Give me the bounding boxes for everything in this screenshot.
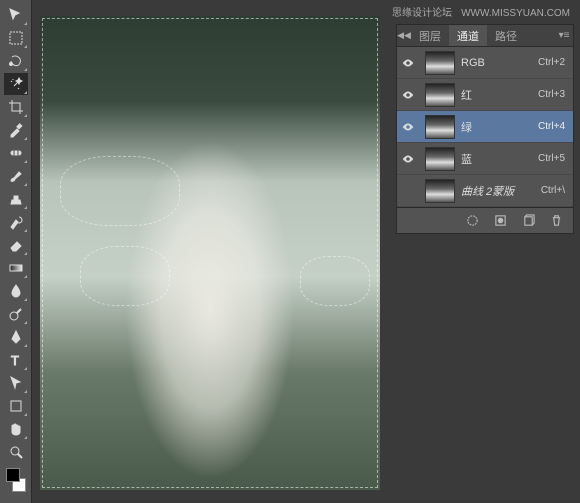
channel-name: 蓝 bbox=[461, 151, 538, 167]
clone-stamp-tool[interactable] bbox=[4, 188, 28, 210]
collapse-icon[interactable]: ◀◀ bbox=[397, 30, 411, 41]
channel-shortcut: Ctrl+3 bbox=[538, 89, 565, 100]
shape-tool[interactable] bbox=[4, 395, 28, 417]
healing-brush-tool[interactable] bbox=[4, 142, 28, 164]
move-tool[interactable] bbox=[4, 4, 28, 26]
load-selection-icon[interactable] bbox=[465, 214, 479, 228]
marquee-tool[interactable] bbox=[4, 27, 28, 49]
channel-name: 绿 bbox=[461, 119, 538, 135]
channel-shortcut: Ctrl+2 bbox=[538, 57, 565, 68]
path-selection-tool[interactable] bbox=[4, 372, 28, 394]
panel-footer bbox=[397, 207, 573, 233]
panel-tabs: 图层 通道 路径 bbox=[411, 25, 555, 46]
zoom-tool[interactable] bbox=[4, 441, 28, 463]
channel-green[interactable]: 绿 Ctrl+4 bbox=[397, 111, 573, 143]
save-selection-icon[interactable] bbox=[493, 214, 507, 228]
visibility-icon[interactable] bbox=[397, 152, 419, 166]
delete-channel-icon[interactable] bbox=[549, 214, 563, 228]
channel-thumbnail bbox=[425, 115, 455, 139]
tab-layers[interactable]: 图层 bbox=[411, 25, 449, 46]
color-swatches[interactable] bbox=[4, 468, 28, 492]
magic-wand-tool[interactable] bbox=[4, 73, 28, 95]
channel-name: 红 bbox=[461, 87, 538, 103]
svg-text:T: T bbox=[11, 353, 19, 368]
channel-list: RGB Ctrl+2 红 Ctrl+3 绿 Ctrl+4 蓝 Ctrl+5 曲线… bbox=[397, 47, 573, 207]
blur-tool[interactable] bbox=[4, 280, 28, 302]
gradient-tool[interactable] bbox=[4, 257, 28, 279]
channel-shortcut: Ctrl+5 bbox=[538, 153, 565, 164]
document-image bbox=[40, 16, 380, 490]
eyedropper-tool[interactable] bbox=[4, 119, 28, 141]
watermark-text: 思缘设计论坛 bbox=[392, 8, 452, 19]
crop-tool[interactable] bbox=[4, 96, 28, 118]
panel-header: ◀◀ 图层 通道 路径 ▾≡ bbox=[397, 25, 573, 47]
channel-red[interactable]: 红 Ctrl+3 bbox=[397, 79, 573, 111]
visibility-icon[interactable] bbox=[397, 120, 419, 134]
history-brush-tool[interactable] bbox=[4, 211, 28, 233]
panel-menu-icon[interactable]: ▾≡ bbox=[555, 30, 573, 41]
hand-tool[interactable] bbox=[4, 418, 28, 440]
eraser-tool[interactable] bbox=[4, 234, 28, 256]
toolbar: T bbox=[0, 0, 32, 503]
lasso-tool[interactable] bbox=[4, 50, 28, 72]
dodge-tool[interactable] bbox=[4, 303, 28, 325]
channel-blue[interactable]: 蓝 Ctrl+5 bbox=[397, 143, 573, 175]
channel-mask[interactable]: 曲线 2蒙版 Ctrl+\ bbox=[397, 175, 573, 207]
visibility-icon[interactable] bbox=[397, 56, 419, 70]
channel-rgb[interactable]: RGB Ctrl+2 bbox=[397, 47, 573, 79]
tab-paths[interactable]: 路径 bbox=[487, 25, 525, 46]
channels-panel: ◀◀ 图层 通道 路径 ▾≡ RGB Ctrl+2 红 Ctrl+3 绿 Ctr… bbox=[396, 24, 574, 234]
watermark: 思缘设计论坛 WWW.MISSYUAN.COM bbox=[386, 4, 570, 19]
channel-thumbnail bbox=[425, 147, 455, 171]
channel-thumbnail bbox=[425, 179, 455, 203]
type-tool[interactable]: T bbox=[4, 349, 28, 371]
channel-name: 曲线 2蒙版 bbox=[461, 183, 541, 199]
watermark-url: WWW.MISSYUAN.COM bbox=[461, 8, 570, 19]
tab-channels[interactable]: 通道 bbox=[449, 25, 487, 46]
channel-shortcut: Ctrl+\ bbox=[541, 185, 565, 196]
visibility-icon[interactable] bbox=[397, 88, 419, 102]
brush-tool[interactable] bbox=[4, 165, 28, 187]
new-channel-icon[interactable] bbox=[521, 214, 535, 228]
canvas[interactable] bbox=[40, 16, 380, 490]
foreground-color-swatch[interactable] bbox=[6, 468, 20, 482]
channel-shortcut: Ctrl+4 bbox=[538, 121, 565, 132]
channel-name: RGB bbox=[461, 57, 538, 69]
channel-thumbnail bbox=[425, 83, 455, 107]
channel-thumbnail bbox=[425, 51, 455, 75]
pen-tool[interactable] bbox=[4, 326, 28, 348]
